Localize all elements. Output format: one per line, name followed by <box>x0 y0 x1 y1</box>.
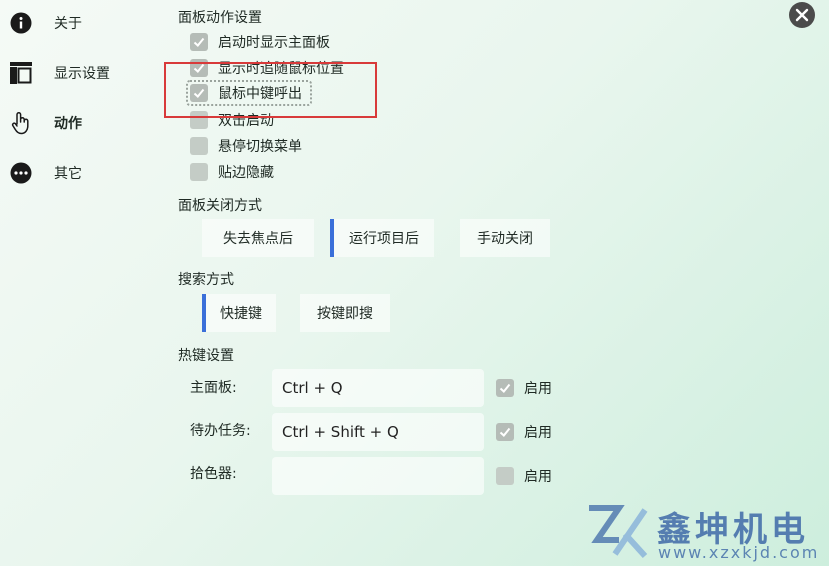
hotkey-enable-color-picker[interactable]: 启用 <box>496 465 552 487</box>
checkbox[interactable] <box>190 163 208 181</box>
sidebar-item-other[interactable]: 其它 <box>10 158 150 188</box>
hotkey-enable-main-panel[interactable]: 启用 <box>496 377 552 399</box>
search-mode-option-type-to-search[interactable]: 按键即搜 <box>300 294 390 332</box>
hand-pointer-icon <box>10 111 32 135</box>
sidebar-item-about[interactable]: 关于 <box>10 8 150 38</box>
checkbox-show-main-on-start[interactable]: 启动时显示主面板 <box>190 31 330 53</box>
hotkey-enable-todo[interactable]: 启用 <box>496 421 552 443</box>
checkbox-double-click[interactable]: 双击启动 <box>190 109 274 131</box>
close-button[interactable] <box>789 2 815 28</box>
checkbox-label: 启动时显示主面板 <box>218 35 330 51</box>
sidebar-item-actions[interactable]: 动作 <box>10 108 150 138</box>
sidebar-item-label: 关于 <box>54 16 82 32</box>
hotkey-label-color-picker: 拾色器: <box>190 466 237 482</box>
hotkey-input-main-panel[interactable] <box>272 369 484 407</box>
checkbox-follow-mouse[interactable]: 显示时追随鼠标位置 <box>190 57 344 79</box>
watermark: 鑫坤机电 www.xzxkjd.com <box>585 500 829 566</box>
close-mode-option-lose-focus[interactable]: 失去焦点后 <box>202 219 314 257</box>
checkbox[interactable] <box>190 84 208 102</box>
checkbox-label: 悬停切换菜单 <box>218 139 302 155</box>
hotkey-input-todo[interactable] <box>272 413 484 451</box>
checkbox-hover-switch[interactable]: 悬停切换菜单 <box>190 135 302 157</box>
close-mode-option-manual[interactable]: 手动关闭 <box>460 219 550 257</box>
checkbox[interactable] <box>190 59 208 77</box>
checkbox-label: 贴边隐藏 <box>218 165 274 181</box>
panel-actions-title: 面板动作设置 <box>178 10 262 26</box>
checkbox-label: 鼠标中键呼出 <box>218 86 302 102</box>
checkbox-label: 启用 <box>524 381 552 397</box>
sidebar: 关于 显示设置 动作 其它 <box>0 0 160 566</box>
checkbox-middle-click[interactable]: 鼠标中键呼出 <box>190 82 302 104</box>
checkbox-label: 双击启动 <box>218 113 274 129</box>
checkbox-label: 启用 <box>524 469 552 485</box>
close-icon <box>795 8 809 22</box>
search-mode-title: 搜索方式 <box>178 272 234 288</box>
sidebar-item-label: 动作 <box>54 116 82 132</box>
sidebar-item-label: 其它 <box>54 166 82 182</box>
sidebar-item-label: 显示设置 <box>54 66 110 82</box>
checkbox[interactable] <box>496 467 514 485</box>
watermark-logo-icon <box>585 504 649 564</box>
more-icon <box>10 162 32 184</box>
search-mode-option-hotkey[interactable]: 快捷键 <box>202 294 276 332</box>
watermark-url: www.xzxkjd.com <box>658 543 820 562</box>
hotkeys-title: 热键设置 <box>178 348 234 364</box>
checkbox[interactable] <box>190 111 208 129</box>
close-mode-option-after-run[interactable]: 运行项目后 <box>330 219 434 257</box>
checkbox-label: 启用 <box>524 425 552 441</box>
checkbox[interactable] <box>190 33 208 51</box>
hotkey-label-main-panel: 主面板: <box>190 380 237 396</box>
checkbox[interactable] <box>190 137 208 155</box>
checkbox[interactable] <box>496 379 514 397</box>
hotkey-label-todo: 待办任务: <box>190 423 251 439</box>
checkbox-label: 显示时追随鼠标位置 <box>218 61 344 77</box>
sidebar-item-display[interactable]: 显示设置 <box>10 58 150 88</box>
info-icon <box>10 12 32 34</box>
hotkey-input-color-picker[interactable] <box>272 457 484 495</box>
layout-icon <box>10 62 32 84</box>
checkbox[interactable] <box>496 423 514 441</box>
checkbox-edge-hide[interactable]: 贴边隐藏 <box>190 161 274 183</box>
close-mode-title: 面板关闭方式 <box>178 198 262 214</box>
